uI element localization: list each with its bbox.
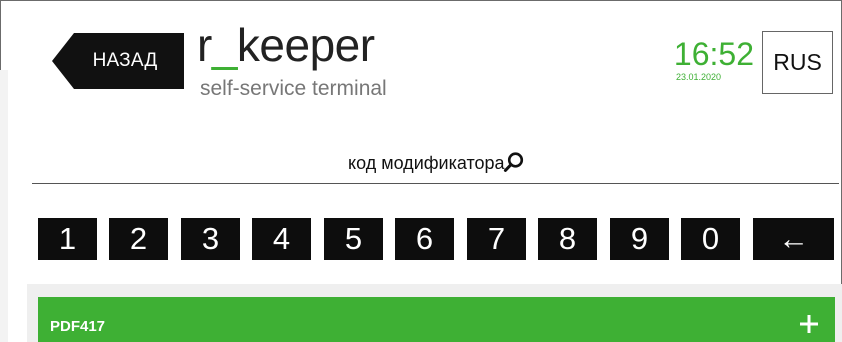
language-button[interactable]: RUS (762, 31, 833, 94)
key-label: 5 (344, 221, 363, 256)
clock-date: 23.01.2020 (676, 72, 722, 82)
left-rail (0, 70, 8, 342)
key-label: 4 (272, 221, 291, 256)
key-1[interactable]: 1 (38, 218, 97, 260)
key-label: 6 (415, 221, 434, 256)
key-0[interactable]: 0 (681, 218, 740, 260)
logo-text-keeper: keeper (236, 19, 375, 71)
logo-subtitle: self-service terminal (200, 77, 387, 100)
key-label: 3 (201, 221, 220, 256)
logo-underscore: _ (211, 19, 238, 71)
key-2[interactable]: 2 (109, 218, 168, 260)
key-6[interactable]: 6 (395, 218, 454, 260)
modifier-code-underline (32, 183, 839, 184)
plus-icon[interactable] (798, 313, 820, 335)
key-3[interactable]: 3 (181, 218, 240, 260)
window-top-border (0, 0, 842, 1)
modifier-code-label: код модификатора (348, 153, 505, 173)
numeric-keypad: 1 2 3 4 5 6 7 8 9 0 ← (38, 218, 834, 260)
search-icon[interactable] (503, 151, 525, 173)
key-8[interactable]: 8 (538, 218, 597, 260)
language-label: RUS (773, 49, 822, 75)
key-label: 9 (630, 221, 649, 256)
key-5[interactable]: 5 (324, 218, 383, 260)
key-9[interactable]: 9 (610, 218, 669, 260)
key-label: 0 (701, 221, 720, 256)
key-label: 7 (487, 221, 506, 256)
key-4[interactable]: 4 (252, 218, 311, 260)
logo: r_keeper (197, 22, 375, 68)
key-label: 8 (558, 221, 577, 256)
back-button[interactable]: НАЗАД (52, 33, 184, 89)
key-label: 1 (58, 221, 77, 256)
clock-time: 16:52 (673, 36, 754, 72)
backspace-key[interactable]: ← (753, 218, 834, 260)
back-button-label: НАЗАД (92, 50, 158, 71)
backspace-arrow-icon: ← (778, 221, 809, 256)
key-label: 2 (129, 221, 148, 256)
key-7[interactable]: 7 (467, 218, 526, 260)
logo-text-r: r (197, 19, 212, 71)
modifier-name: PDF417 (50, 318, 106, 335)
modifier-item[interactable]: PDF417 (38, 297, 835, 342)
